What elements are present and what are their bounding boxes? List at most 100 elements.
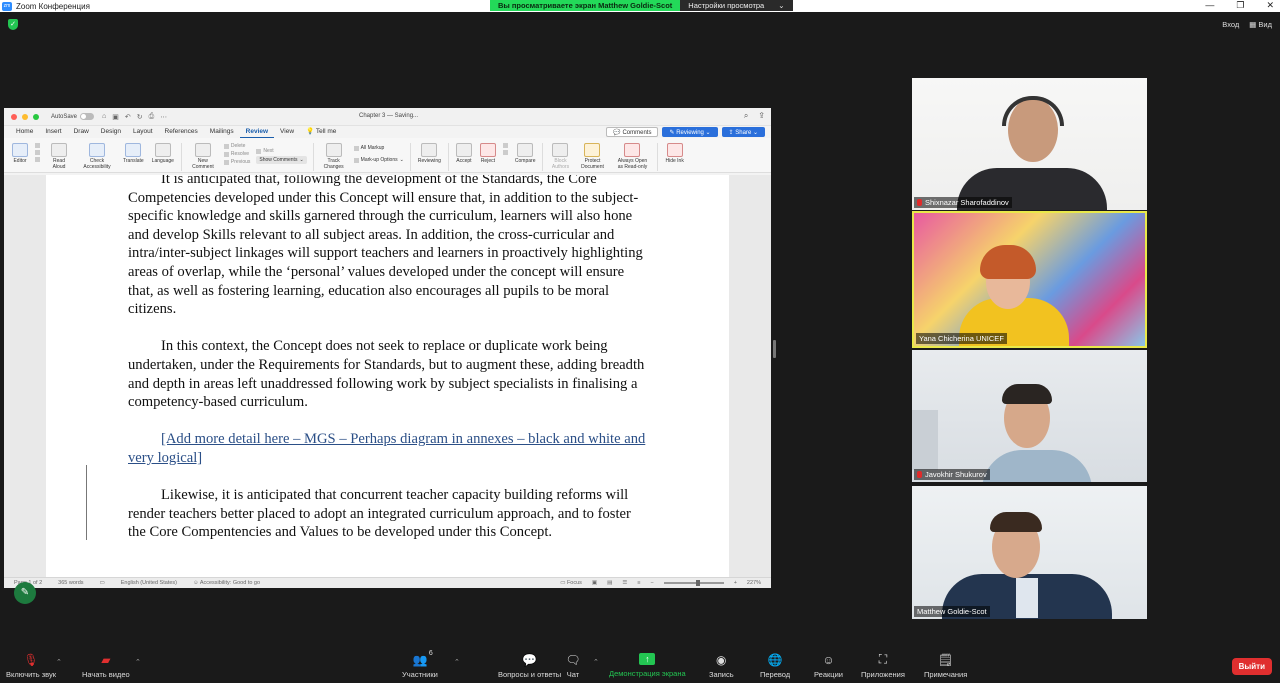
tab-review[interactable]: Review (239, 126, 275, 138)
share-screen-button[interactable]: ↑ Демонстрация экрана (609, 653, 686, 678)
tab-insert[interactable]: Insert (39, 126, 67, 138)
word-count[interactable]: 365 words (58, 580, 83, 586)
reviewing-button[interactable]: ✎ Reviewing ⌄ (662, 127, 718, 137)
draft-icon[interactable]: ≡ (637, 580, 640, 586)
print-icon[interactable]: ⎙ (149, 113, 155, 121)
minimize-icon[interactable]: — (1205, 0, 1214, 11)
word-count-icon[interactable] (35, 150, 40, 155)
leave-button[interactable]: Выйти (1231, 658, 1272, 675)
view-button[interactable]: ▦ Вид (1249, 20, 1272, 29)
new-comment-button[interactable]: New Comment (189, 143, 217, 171)
document-body[interactable]: It is anticipated that, following the de… (128, 175, 648, 560)
qa-button[interactable]: 💬 Вопросы и ответы (498, 653, 561, 680)
apps-button[interactable]: ⛶ Приложения (861, 652, 905, 679)
search-icon[interactable]: ⌕ (744, 111, 748, 121)
tab-tell-me[interactable]: 💡 Tell me (300, 126, 342, 138)
all-markup-select[interactable]: All Markup (353, 145, 404, 151)
close-icon[interactable]: ✕ (1266, 0, 1274, 11)
next-comment-button[interactable]: Next (256, 148, 306, 154)
record-button[interactable]: ◉ Запись (709, 653, 734, 680)
participants-caret-icon[interactable]: ⌃ (454, 658, 460, 666)
protect-document-button[interactable]: Protect Document (578, 143, 606, 171)
participant-tile[interactable]: Shixnazar Sharofaddinov (912, 78, 1147, 210)
markup-options-button[interactable]: Mark-up Options ⌄ (353, 157, 404, 163)
participants-button[interactable]: 👥 6 Участники (402, 650, 438, 679)
tab-draw[interactable]: Draw (68, 126, 95, 138)
tab-design[interactable]: Design (95, 126, 127, 138)
check-accessibility-button[interactable]: Check Accessibility (79, 143, 115, 171)
zoom-in-icon[interactable]: + (734, 580, 737, 586)
language-status[interactable]: English (United States) (121, 580, 177, 586)
home-icon[interactable]: ⌂ (102, 113, 106, 121)
spelling-icon[interactable] (35, 157, 40, 162)
audio-options-caret-icon[interactable]: ⌃ (56, 658, 62, 666)
start-video-button[interactable]: ▰ Начать видео (82, 653, 130, 680)
editor-button[interactable]: Editor (12, 143, 28, 165)
thesaurus-icon[interactable] (35, 143, 40, 148)
always-open-read-only-button[interactable]: Always Open as Read-only (614, 143, 650, 171)
zoom-dot-icon[interactable] (33, 113, 39, 120)
minimize-dot-icon[interactable] (22, 113, 28, 120)
block-authors-button[interactable]: Block Authors (550, 143, 570, 171)
web-layout-icon[interactable]: ▤ (607, 580, 612, 586)
zoom-out-icon[interactable]: − (650, 580, 653, 586)
tab-layout[interactable]: Layout (127, 126, 159, 138)
show-comments-button[interactable]: Show Comments ⌄ (256, 156, 307, 164)
document-area[interactable]: It is anticipated that, following the de… (4, 175, 771, 577)
participant-tile-active-speaker[interactable]: Yana Chicherina UNICEF (912, 211, 1147, 348)
always-open-read-only-label: Always Open as Read-only (617, 158, 648, 170)
maximize-icon[interactable]: ❐ (1236, 0, 1244, 11)
participant-tile[interactable]: Javokhir Shukurov (912, 350, 1147, 482)
previous-comment-button[interactable]: Previous (223, 159, 250, 165)
more-icon[interactable]: ⋯ (160, 113, 167, 121)
accessibility-label: Accessibility: Good to go (199, 580, 261, 586)
translate-button[interactable]: 🌐 Перевод (760, 653, 790, 680)
share-button[interactable]: ⇪ Share ⌄ (721, 127, 765, 137)
save-icon[interactable]: ▣ (112, 113, 119, 121)
unmute-button[interactable]: 🎙 Включить звук (6, 653, 56, 680)
autosave-toggle[interactable] (80, 113, 95, 120)
notes-button[interactable]: 🗒 Примечания (924, 653, 967, 680)
tab-references[interactable]: References (159, 126, 204, 138)
video-options-caret-icon[interactable]: ⌃ (135, 658, 141, 666)
redo-icon[interactable]: ↻ (137, 113, 143, 121)
tab-view[interactable]: View (274, 126, 300, 138)
print-layout-icon[interactable]: ▣ (592, 580, 597, 586)
focus-button[interactable]: ▭ Focus (560, 580, 582, 586)
zoom-slider[interactable] (663, 580, 724, 586)
undo-icon[interactable]: ↶ (125, 113, 131, 121)
proofing-icon[interactable]: ▭ (100, 580, 105, 586)
chat-button[interactable]: 🗨 Чат (565, 653, 580, 680)
reject-button[interactable]: Reject (479, 143, 496, 165)
panel-splitter-handle[interactable] (773, 340, 776, 358)
delete-comment-button[interactable]: Delete (223, 143, 250, 149)
enter-button[interactable]: Вход (1222, 20, 1239, 29)
next-change-icon[interactable] (502, 150, 508, 155)
previous-change-icon[interactable] (502, 143, 508, 148)
outline-icon[interactable]: ☰ (622, 580, 627, 586)
reviewing-pane-button[interactable]: Reviewing (418, 143, 441, 165)
chat-caret-icon[interactable]: ⌃ (593, 658, 599, 666)
accept-button[interactable]: Accept (455, 143, 472, 165)
tab-mailings[interactable]: Mailings (204, 126, 240, 138)
zoom-level[interactable]: 227% (747, 580, 761, 586)
change-bar (86, 465, 87, 540)
track-changes-button[interactable]: Track Changes (321, 143, 347, 171)
resolve-comment-button[interactable]: Resolve (223, 151, 250, 157)
close-dot-icon[interactable] (11, 113, 17, 120)
participant-tile[interactable]: Matthew Goldie-Scot (912, 486, 1147, 619)
accessibility-status[interactable]: ☺ Accessibility: Good to go (193, 580, 260, 586)
tab-home[interactable]: Home (10, 126, 39, 138)
document-page[interactable]: It is anticipated that, following the de… (46, 175, 729, 577)
reactions-button[interactable]: ☺ Реакции (814, 653, 843, 680)
share-arrow-icon[interactable]: ⇪ (758, 111, 765, 121)
compare-button[interactable]: Compare (515, 143, 535, 165)
annotate-pencil-icon[interactable]: ✎ (14, 582, 36, 604)
hide-ink-button[interactable]: Hide Ink (665, 143, 684, 165)
encryption-shield-icon[interactable]: ✓ (8, 19, 18, 30)
view-settings-button[interactable]: Настройки просмотра ⌄ (680, 0, 793, 11)
language-button[interactable]: Language (152, 143, 174, 165)
comments-button[interactable]: 💬 Comments (606, 127, 659, 137)
read-aloud-button[interactable]: Read Aloud (47, 143, 71, 171)
translate-button[interactable]: Translate (123, 143, 144, 165)
